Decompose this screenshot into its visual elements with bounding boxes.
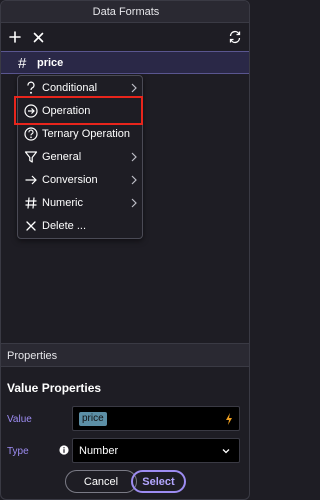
value-field[interactable]: price <box>72 406 240 431</box>
close-icon <box>26 221 36 231</box>
menu-item-conversion[interactable]: Conversion <box>18 169 142 192</box>
chevron-right-icon <box>131 152 137 162</box>
window-titlebar: Data Formats <box>1 1 249 23</box>
cancel-button[interactable]: Cancel <box>65 470 137 493</box>
type-select[interactable]: Number <box>72 438 240 463</box>
hash-icon: # <box>18 55 27 72</box>
data-formats-panel: Data Formats # price Conditional Operati… <box>0 0 250 500</box>
menu-item-label: Operation <box>42 105 91 117</box>
lightning-icon[interactable] <box>224 412 234 426</box>
hash-icon <box>25 197 37 209</box>
menu-item-label: Conversion <box>42 174 98 186</box>
arrow-circle-icon <box>24 104 38 118</box>
close-icon <box>33 32 43 42</box>
menu-item-label: Delete ... <box>42 220 87 232</box>
context-menu: Conditional Operation Ternary Operation … <box>17 75 143 239</box>
menu-item-delete[interactable]: Delete ... <box>18 215 142 238</box>
menu-item-operation[interactable]: Operation <box>18 100 142 123</box>
refresh-icon <box>229 30 241 44</box>
info-icon[interactable] <box>59 445 69 455</box>
properties-header-label: Properties <box>7 350 58 362</box>
refresh-button[interactable] <box>226 28 244 46</box>
plus-icon <box>9 31 21 43</box>
menu-item-label: Numeric <box>42 197 83 209</box>
properties-header: Properties <box>1 343 249 367</box>
toolbar <box>1 23 249 51</box>
field-name: price <box>37 57 64 69</box>
menu-item-label: Ternary Operation <box>42 128 131 140</box>
chevron-right-icon <box>131 175 137 185</box>
question-icon <box>27 81 35 94</box>
select-button[interactable]: Select <box>131 470 186 493</box>
chevron-right-icon <box>131 83 137 93</box>
arrow-right-icon <box>25 175 37 185</box>
menu-item-label: General <box>42 151 82 163</box>
value-label: Value <box>7 414 32 425</box>
value-token[interactable]: price <box>79 412 107 426</box>
funnel-icon <box>24 151 38 163</box>
menu-item-numeric[interactable]: Numeric <box>18 192 142 215</box>
menu-item-general[interactable]: General <box>18 146 142 169</box>
menu-item-conditional[interactable]: Conditional <box>18 77 142 100</box>
question-circle-icon <box>24 127 38 141</box>
window-title: Data Formats <box>92 5 160 18</box>
type-select-value: Number <box>79 445 119 457</box>
menu-item-ternary-operation[interactable]: Ternary Operation <box>18 123 142 146</box>
add-button[interactable] <box>6 28 24 46</box>
close-button[interactable] <box>29 28 47 46</box>
type-label: Type <box>7 446 29 457</box>
chevron-down-icon <box>222 449 230 454</box>
chevron-right-icon <box>131 198 137 208</box>
menu-item-label: Conditional <box>42 82 98 94</box>
section-title: Value Properties <box>7 381 102 395</box>
field-row-price[interactable]: # price <box>1 51 249 74</box>
